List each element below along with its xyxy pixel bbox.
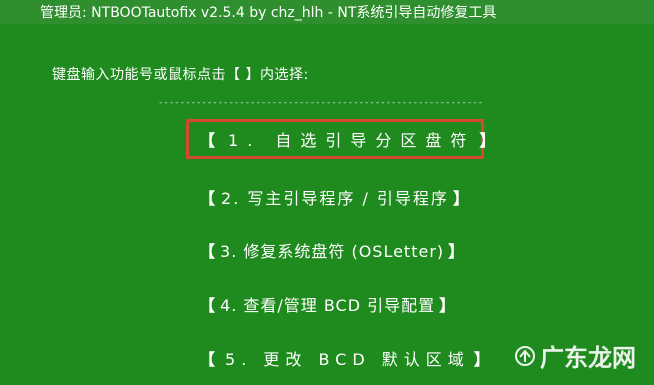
menu-item-label: 3. 修复系统盘符 (OSLetter): [220, 242, 445, 261]
bracket-open: 【: [199, 350, 222, 369]
bracket-close: 】: [473, 350, 496, 369]
bracket-close: 】: [439, 296, 457, 315]
menu-item-select-boot-partition[interactable]: 【 1. 自选引导分区盘符 】: [186, 119, 495, 159]
separator-line: ----------------------------------------…: [158, 98, 484, 108]
menu-item-write-mbr[interactable]: 【 2. 写主引导程序 / 引导程序 】: [186, 177, 475, 217]
title-bar: 管理员: NTBOOTautofix v2.5.4 by chz_hlh - N…: [0, 0, 654, 24]
watermark: 广东龙网: [514, 338, 636, 373]
prompt-text: 键盘输入功能号或鼠标点击【 】内选择:: [52, 67, 309, 83]
bracket-close: 】: [479, 131, 505, 150]
menu-item-manage-bcd[interactable]: 【 4. 查看/管理 BCD 引导配置 】: [186, 284, 460, 324]
menu-item-label: 1. 自选引导分区盘符: [228, 131, 476, 150]
bracket-open: 【: [199, 189, 218, 208]
bracket-open: 【: [199, 296, 217, 315]
menu-item-label: 5. 更改 BCD 默认区域: [225, 350, 470, 369]
watermark-logo-icon: [515, 345, 535, 366]
menu-item-label: 4. 查看/管理 BCD 引导配置: [220, 296, 436, 315]
menu-item-fix-os-letter[interactable]: 【 3. 修复系统盘符 (OSLetter) 】: [186, 230, 469, 270]
bracket-close: 】: [452, 189, 471, 208]
console-area: 键盘输入功能号或鼠标点击【 】内选择: --------------------…: [0, 24, 654, 385]
window-title: 管理员: NTBOOTautofix v2.5.4 by chz_hlh - N…: [40, 5, 497, 21]
watermark-text: 广东龙网: [540, 344, 636, 372]
menu-item-change-bcd-locale[interactable]: 【 5. 更改 BCD 默认区域 】: [186, 338, 500, 378]
bracket-close: 】: [448, 242, 466, 261]
bracket-open: 【: [199, 242, 217, 261]
menu-item-label: 2. 写主引导程序 / 引导程序: [221, 189, 449, 208]
bracket-open: 【: [199, 131, 225, 150]
